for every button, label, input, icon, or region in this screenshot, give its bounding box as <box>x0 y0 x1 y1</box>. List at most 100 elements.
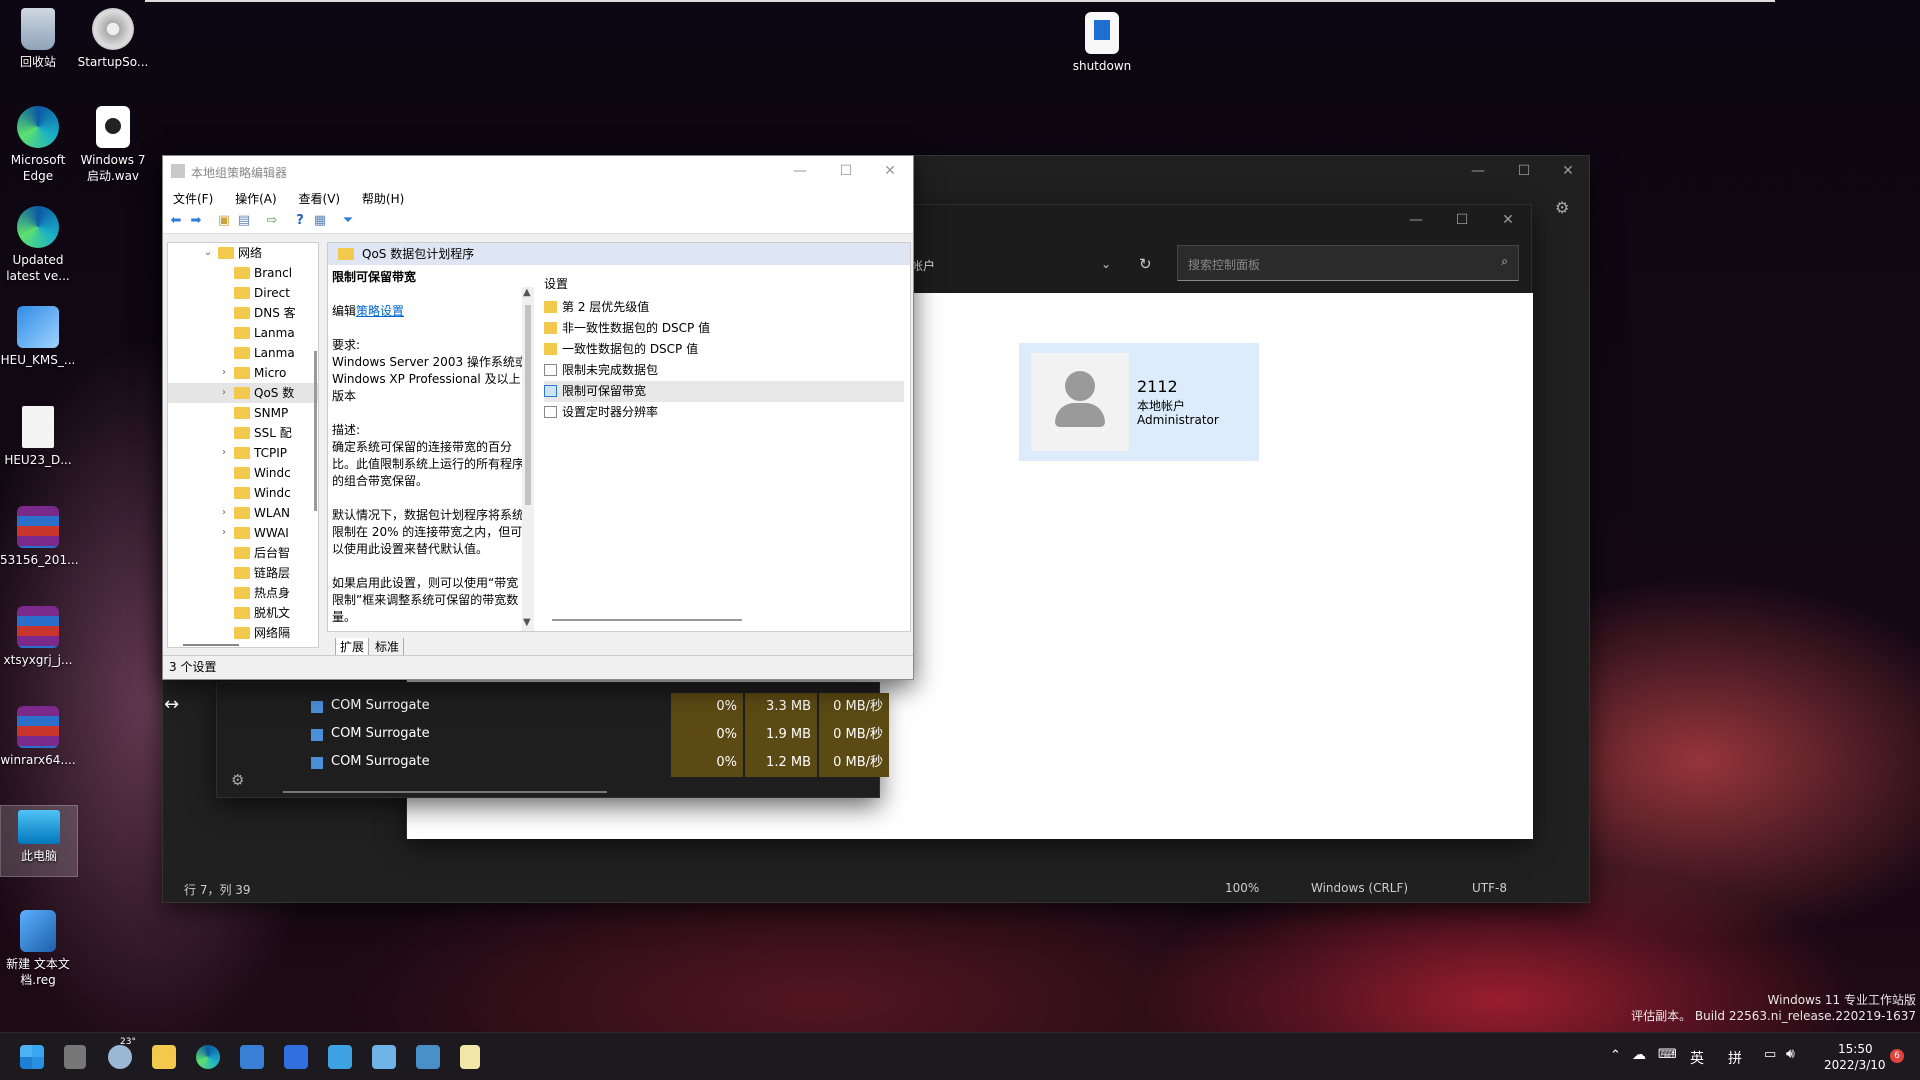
windows-start-icon[interactable] <box>20 1045 44 1069</box>
tree-item[interactable]: Lanma <box>168 323 318 343</box>
file-explorer-icon[interactable] <box>152 1045 176 1069</box>
list-item-setting[interactable]: 限制未完成数据包 <box>544 360 904 381</box>
list-horizontal-scrollbar[interactable] <box>552 619 742 621</box>
properties-icon[interactable]: ▦ <box>311 212 329 230</box>
desktop-icon-shutdown[interactable]: shutdown <box>1064 12 1140 74</box>
ime-mode[interactable]: 拼 <box>1728 1048 1742 1068</box>
maximize-button[interactable]: ☐ <box>1501 156 1547 186</box>
scroll-up-icon[interactable]: ▲ <box>523 287 531 298</box>
forward-arrow-icon[interactable]: ➡ <box>187 212 205 230</box>
search-input[interactable]: 搜索控制面板 ⌕ <box>1177 245 1519 281</box>
tree-item-qos-selected[interactable]: › QoS 数 <box>168 383 318 403</box>
up-folder-icon[interactable]: ▣ <box>215 212 233 230</box>
minimize-button[interactable]: — <box>777 156 823 186</box>
scroll-down-icon[interactable]: ▼ <box>523 617 531 628</box>
list-header[interactable]: 设置 <box>544 275 568 292</box>
gear-icon[interactable]: ⚙ <box>1555 198 1569 217</box>
desktop-icon-winrar[interactable]: winrarx64.... <box>0 706 76 768</box>
ime-language[interactable]: 英 <box>1690 1048 1704 1068</box>
desktop-icon-win7-wav[interactable]: Windows 7 启动.wav <box>75 106 151 184</box>
horizontal-scrollbar[interactable] <box>283 791 607 793</box>
close-button[interactable]: ✕ <box>1485 205 1531 235</box>
close-button[interactable]: ✕ <box>1545 156 1591 186</box>
desktop-icon-edge[interactable]: Microsoft Edge <box>0 106 76 184</box>
tree-item[interactable]: Direct <box>168 283 318 303</box>
refresh-icon[interactable]: ↻ <box>1139 255 1152 273</box>
table-row[interactable]: COM Surrogate 0% 1.9 MB 0 MB/秒 <box>267 721 889 749</box>
network-icon[interactable]: ▭ <box>1764 1047 1776 1062</box>
tree-item[interactable]: 链路层 <box>168 563 318 583</box>
desktop-icon-recycle-bin[interactable]: 回收站 <box>0 8 76 70</box>
store-icon[interactable] <box>240 1045 264 1069</box>
chevron-down-icon[interactable]: ⌄ <box>1101 257 1111 271</box>
chevron-up-icon[interactable]: ⌃ <box>1610 1048 1621 1063</box>
chevron-right-icon[interactable]: › <box>218 383 230 403</box>
tree-item[interactable]: › Micro <box>168 363 318 383</box>
policy-settings-link[interactable]: 策略设置 <box>356 304 404 318</box>
chevron-right-icon[interactable]: › <box>218 443 230 463</box>
tree-item[interactable]: › TCPIP <box>168 443 318 463</box>
table-row[interactable]: COM Surrogate 0% 3.3 MB 0 MB/秒 <box>267 693 889 721</box>
tree-item[interactable]: Windc <box>168 483 318 503</box>
onedrive-icon[interactable]: ☁ <box>1632 1047 1646 1063</box>
clock-date[interactable]: 2022/3/10 <box>1824 1058 1886 1072</box>
tree-item[interactable]: SSL 配 <box>168 423 318 443</box>
clock-time[interactable]: 15:50 <box>1838 1042 1873 1056</box>
desktop-icon-53156[interactable]: 53156_201... <box>0 506 79 568</box>
todo-icon[interactable] <box>284 1045 308 1069</box>
tree-item[interactable]: 后台智 <box>168 543 318 563</box>
tree-item[interactable]: Windc <box>168 463 318 483</box>
tree-item[interactable]: DNS 客 <box>168 303 318 323</box>
tree-item[interactable]: Lanma <box>168 343 318 363</box>
menu-file[interactable]: 文件(F) <box>163 186 221 207</box>
edge-icon[interactable] <box>196 1045 220 1069</box>
weather-widget-icon[interactable] <box>108 1045 132 1069</box>
tab-extended[interactable]: 扩展 <box>335 638 370 656</box>
task-view-icon[interactable] <box>64 1045 86 1069</box>
chevron-right-icon[interactable]: › <box>218 503 230 523</box>
list-item-folder[interactable]: 非一致性数据包的 DSCP 值 <box>544 318 904 339</box>
list-item-setting[interactable]: 设置定时器分辨率 <box>544 402 904 423</box>
gear-icon[interactable]: ⚙ <box>231 771 244 789</box>
minimize-button[interactable]: — <box>1455 156 1501 186</box>
help-icon[interactable]: ? <box>291 212 309 230</box>
menu-help[interactable]: 帮助(H) <box>352 186 412 207</box>
desktop-icon-heu-kms[interactable]: HEU_KMS_... <box>0 306 76 368</box>
tree-item[interactable]: 网络隔 <box>168 623 318 643</box>
volume-icon[interactable]: 🔊︎ <box>1786 1046 1795 1062</box>
notification-badge[interactable]: 6 <box>1890 1049 1904 1063</box>
show-tree-icon[interactable]: ▤ <box>235 212 253 230</box>
tree-item[interactable]: 热点身 <box>168 583 318 603</box>
desktop-icon-reg-file[interactable]: 新建 文本文档.reg <box>0 910 76 988</box>
task-manager-icon[interactable] <box>416 1045 440 1069</box>
menu-action[interactable]: 操作(A) <box>225 186 285 207</box>
desktop-icon-updated-edge[interactable]: Updated latest ve... <box>0 206 76 284</box>
desktop-icon-this-pc[interactable]: 此电脑 <box>0 805 78 877</box>
tree-horizontal-scrollbar[interactable] <box>183 644 239 646</box>
export-list-icon[interactable]: ⇨ <box>263 212 281 230</box>
list-item-folder[interactable]: 第 2 层优先级值 <box>544 297 904 318</box>
chevron-right-icon[interactable]: › <box>218 523 230 543</box>
tree-item[interactable]: › WWAI <box>168 523 318 543</box>
menu-view[interactable]: 查看(V) <box>289 186 349 207</box>
chevron-right-icon[interactable]: › <box>218 363 230 383</box>
vertical-scrollbar[interactable] <box>314 351 317 511</box>
tree-item[interactable]: Brancl <box>168 263 318 283</box>
filter-icon[interactable]: ⏷ <box>339 212 357 230</box>
window-titlebar[interactable]: 本地组策略编辑器 — ☐ ✕ <box>163 156 913 186</box>
maximize-button[interactable]: ☐ <box>1439 205 1485 235</box>
desktop-icon-heu23[interactable]: HEU23_D... <box>0 406 76 468</box>
document-taskbar-icon[interactable] <box>460 1045 480 1069</box>
remote-desktop-icon[interactable] <box>372 1045 396 1069</box>
table-row[interactable]: COM Surrogate 0% 1.2 MB 0 MB/秒 <box>267 749 889 777</box>
user-account-card[interactable]: 2112 本地帐户 Administrator <box>1019 343 1259 461</box>
close-button[interactable]: ✕ <box>867 156 913 186</box>
list-item-setting-selected[interactable]: 限制可保留带宽 <box>544 381 904 402</box>
keyboard-icon[interactable]: ⌨ <box>1658 1047 1677 1062</box>
tree-item-network[interactable]: ⌄ 网络 <box>168 243 318 263</box>
description-scrollbar[interactable]: ▲ ▼ <box>522 287 534 631</box>
chevron-down-icon[interactable]: ⌄ <box>202 243 214 263</box>
back-arrow-icon[interactable]: ⬅ <box>167 212 185 230</box>
scroll-thumb[interactable] <box>525 305 531 505</box>
tree-item[interactable]: › WLAN <box>168 503 318 523</box>
